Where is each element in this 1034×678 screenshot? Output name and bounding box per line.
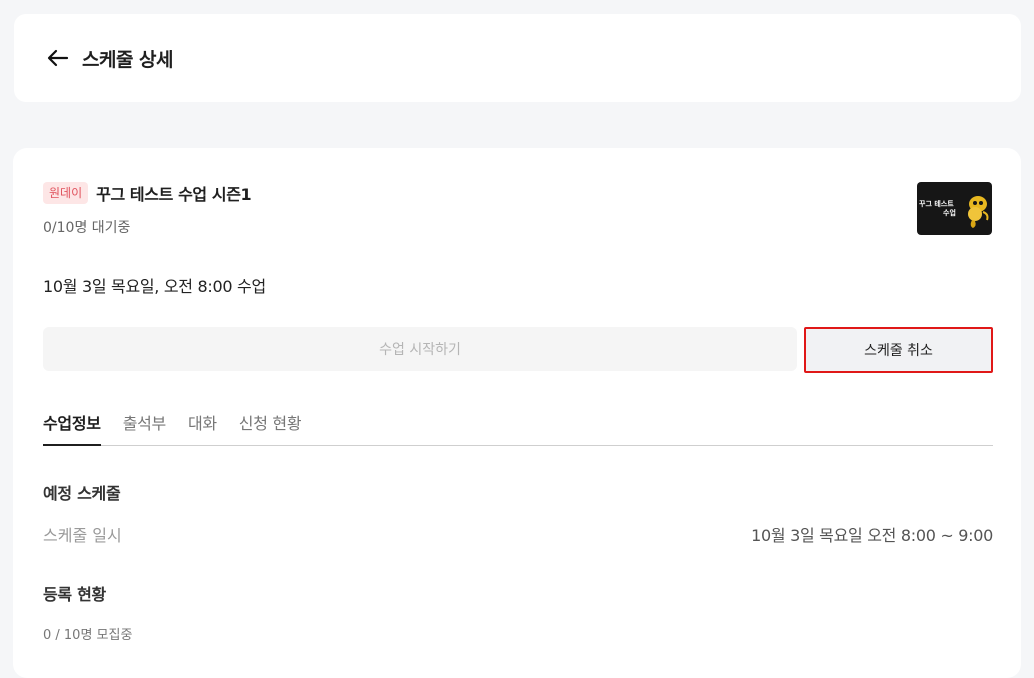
- class-title-row: 원데이 꾸그 테스트 수업 시즌1: [43, 181, 252, 205]
- page-title: 스케줄 상세: [82, 48, 174, 71]
- class-thumbnail: 꾸그 테스트 수업: [917, 182, 992, 235]
- thumbnail-text-1: 꾸그 테스트: [919, 199, 954, 208]
- arrow-left-icon: [47, 49, 69, 67]
- registration-title: 등록 현황: [43, 585, 106, 604]
- mascot-icon: [968, 196, 989, 228]
- tab-chat[interactable]: 대화: [188, 410, 217, 445]
- registration-status: 0 / 10명 모집중: [43, 628, 133, 643]
- cancel-schedule-button[interactable]: 스케줄 취소: [804, 327, 993, 373]
- schedule-time-label: 스케줄 일시: [43, 526, 122, 545]
- tab-class-info[interactable]: 수업정보: [43, 410, 101, 446]
- back-button[interactable]: [46, 46, 70, 70]
- schedule-time-value: 10월 3일 목요일 오전 8:00 ~ 9:00: [751, 526, 993, 545]
- schedule-datetime: 10월 3일 목요일, 오전 8:00 수업: [43, 277, 266, 296]
- class-title: 꾸그 테스트 수업 시즌1: [96, 185, 252, 204]
- class-type-badge: 원데이: [43, 182, 89, 204]
- schedule-detail-card: 원데이 꾸그 테스트 수업 시즌1 0/10명 대기중 꾸그 테스트 수업 10…: [13, 148, 1021, 678]
- waiting-count: 0/10명 대기중: [43, 220, 131, 236]
- tab-applications[interactable]: 신청 현황: [239, 410, 302, 445]
- tab-bar: 수업정보 출석부 대화 신청 현황: [43, 410, 993, 446]
- tab-attendance[interactable]: 출석부: [123, 410, 167, 445]
- thumbnail-text-2: 수업: [943, 208, 956, 217]
- upcoming-schedule-title: 예정 스케줄: [43, 484, 121, 503]
- start-class-button[interactable]: 수업 시작하기: [43, 327, 797, 371]
- header-bar: 스케줄 상세: [14, 14, 1021, 102]
